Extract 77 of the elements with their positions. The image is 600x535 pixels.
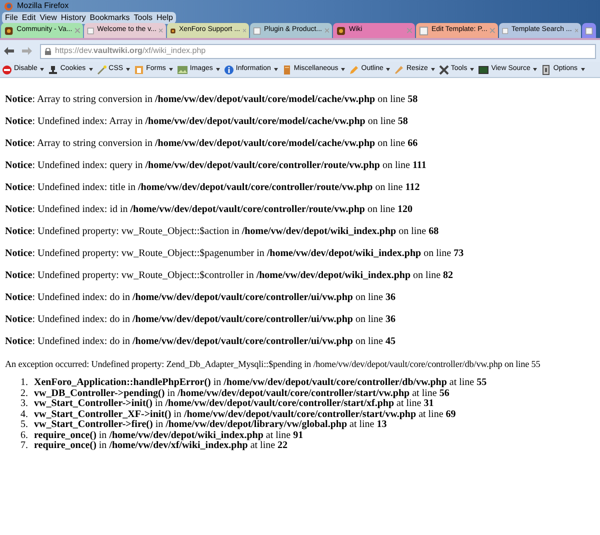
notice-message: Notice: Array to string conversion in /home/vw/dev/depot/vault/core/model/cache/vw.php on line 66: [5, 138, 419, 150]
menu-item[interactable]: View: [38, 12, 59, 24]
menu-item[interactable]: History: [58, 12, 88, 24]
close-icon[interactable]: [325, 28, 329, 33]
favicon-icon: [170, 26, 176, 36]
blank-page-icon: [87, 26, 94, 36]
notice-message: Notice: Undefined index: do in /home/vw/dev/depot/vault/core/controller/ui/vw.php on line 36: [5, 292, 396, 304]
list-number: 4.: [20, 410, 28, 420]
blank-page-icon: [585, 26, 593, 36]
notice-message: Notice: Undefined property: vw_Route_Object::$controller in /home/vw/dev/depot/wiki_index.php on line 82: [5, 270, 454, 282]
blank-page-icon: [502, 26, 508, 36]
favicon-icon: [336, 26, 346, 36]
caret-icon: [341, 68, 346, 71]
trace-line: vw_Start_Controller->fire() in /home/vw/dev/depot/library/vw/global.php at line 13: [34, 420, 387, 430]
notice-message: Notice: Undefined index: Array in /home/vw/dev/depot/vault/core/model/cache/vw.php on line 58: [5, 116, 409, 128]
notice-message: Notice: Undefined index: title in /home/vw/dev/depot/vault/core/controller/route/vw.php on line 112: [5, 182, 421, 194]
caret-icon: [274, 68, 278, 71]
menu-item[interactable]: Tools: [132, 12, 154, 24]
wand-icon: [96, 64, 107, 74]
caret-icon: [533, 68, 538, 71]
address-field[interactable]: https://dev.vaultwiki.org/xf/wiki_index.php: [40, 44, 596, 58]
menu-item[interactable]: Help: [154, 12, 175, 24]
list-number: 7.: [20, 441, 28, 452]
image-icon: [176, 64, 188, 74]
close-icon[interactable]: [574, 28, 578, 33]
notice-message: Notice: Undefined index: query in /home/vw/dev/depot/vault/core/controller/route/vw.php on line 111: [5, 160, 428, 172]
list-number: 6.: [20, 430, 28, 441]
menu-item[interactable]: Edit: [20, 12, 38, 24]
document-icon: [541, 64, 552, 74]
close-icon[interactable]: [75, 28, 80, 33]
list-number: 1.: [20, 378, 28, 388]
blank-page-icon: [419, 26, 428, 36]
prohibited-icon: [2, 64, 12, 74]
caret-icon: [386, 68, 390, 71]
caret-icon: [430, 68, 435, 71]
monitor-icon: [478, 64, 490, 74]
caret-icon: [168, 68, 173, 71]
list-number: 2.: [20, 388, 28, 399]
exception-message: An exception occurred: Undefined property: Zend_Db_Adapter_Mysqli::$pending in /home/vw/dev/depot/vault/core/controller/db/vw.php on line 55: [5, 358, 540, 370]
close-icon[interactable]: [490, 28, 495, 33]
info-icon: [224, 64, 234, 74]
list-number: 3.: [20, 399, 28, 410]
favicon-icon: [4, 26, 14, 36]
caret-icon: [216, 68, 220, 71]
trace-line: vw_Start_Controller->init() in /home/vw/dev/depot/vault/core/controller/start/xf.php at line 31: [34, 399, 434, 410]
back-arrow-icon[interactable]: [4, 47, 14, 55]
blank-page-icon: [253, 26, 262, 36]
notice-message: Notice: Undefined property: vw_Route_Object::$action in /home/vw/dev/depot/wiki_index.php on line 68: [5, 226, 440, 238]
menu-item[interactable]: File: [3, 12, 20, 24]
caret-icon: [88, 68, 93, 71]
trace-line: require_once() in /home/vw/dev/depot/wiki_index.php at line 91: [34, 430, 304, 440]
caret-icon: [470, 68, 474, 71]
trace-line: XenForo_Application::handlePhpError() in /home/vw/dev/depot/vault/core/controller/db/vw.php at line 55: [34, 378, 487, 388]
notice-message: Notice: Undefined index: id in /home/vw/dev/depot/vault/core/controller/route/vw.php on line 120: [5, 204, 414, 216]
menu-item[interactable]: Bookmarks: [88, 12, 132, 24]
notice-message: Notice: Array to string conversion in /home/vw/dev/depot/vault/core/model/cache/vw.php on line 58: [5, 94, 419, 106]
trace-line: vw_Start_Controller_XF->init() in /home/vw/dev/depot/vault/core/controller/start/vw.php at line 69: [34, 410, 456, 420]
notice-message: Notice: Undefined index: do in /home/vw/dev/depot/vault/core/controller/ui/vw.php on line 36: [5, 314, 396, 326]
browser-logo-icon: [4, 2, 13, 10]
caret-icon: [126, 68, 130, 71]
pencil-icon: [349, 64, 360, 74]
stamp-icon: [48, 64, 58, 74]
notice-message: Notice: Undefined property: vw_Route_Object::$pagenumber in /home/vw/dev/depot/wiki_index.php on line 73: [5, 248, 465, 260]
forward-arrow-icon[interactable]: [22, 47, 32, 55]
list-number: 5.: [20, 420, 28, 430]
window-title: Mozilla Firefox: [17, 0, 69, 12]
trace-line: require_once() in /home/vw/dev/xf/wiki_index.php at line 22: [34, 441, 288, 452]
form-icon: [134, 64, 144, 74]
trace-line: vw_DB_Controller->pending() in /home/vw/dev/depot/vault/core/controller/start/vw.php at line 56: [34, 388, 450, 398]
lock-icon: [45, 48, 51, 54]
notice-message: Notice: Undefined index: do in /home/vw/dev/depot/vault/core/controller/ui/vw.php on line 45: [5, 336, 396, 348]
browser-tab[interactable]: [582, 23, 596, 38]
close-icon[interactable]: [243, 28, 246, 33]
close-icon[interactable]: [159, 28, 163, 33]
close-icon[interactable]: [407, 28, 412, 33]
caret-icon: [40, 68, 44, 71]
caret-icon: [580, 68, 584, 71]
